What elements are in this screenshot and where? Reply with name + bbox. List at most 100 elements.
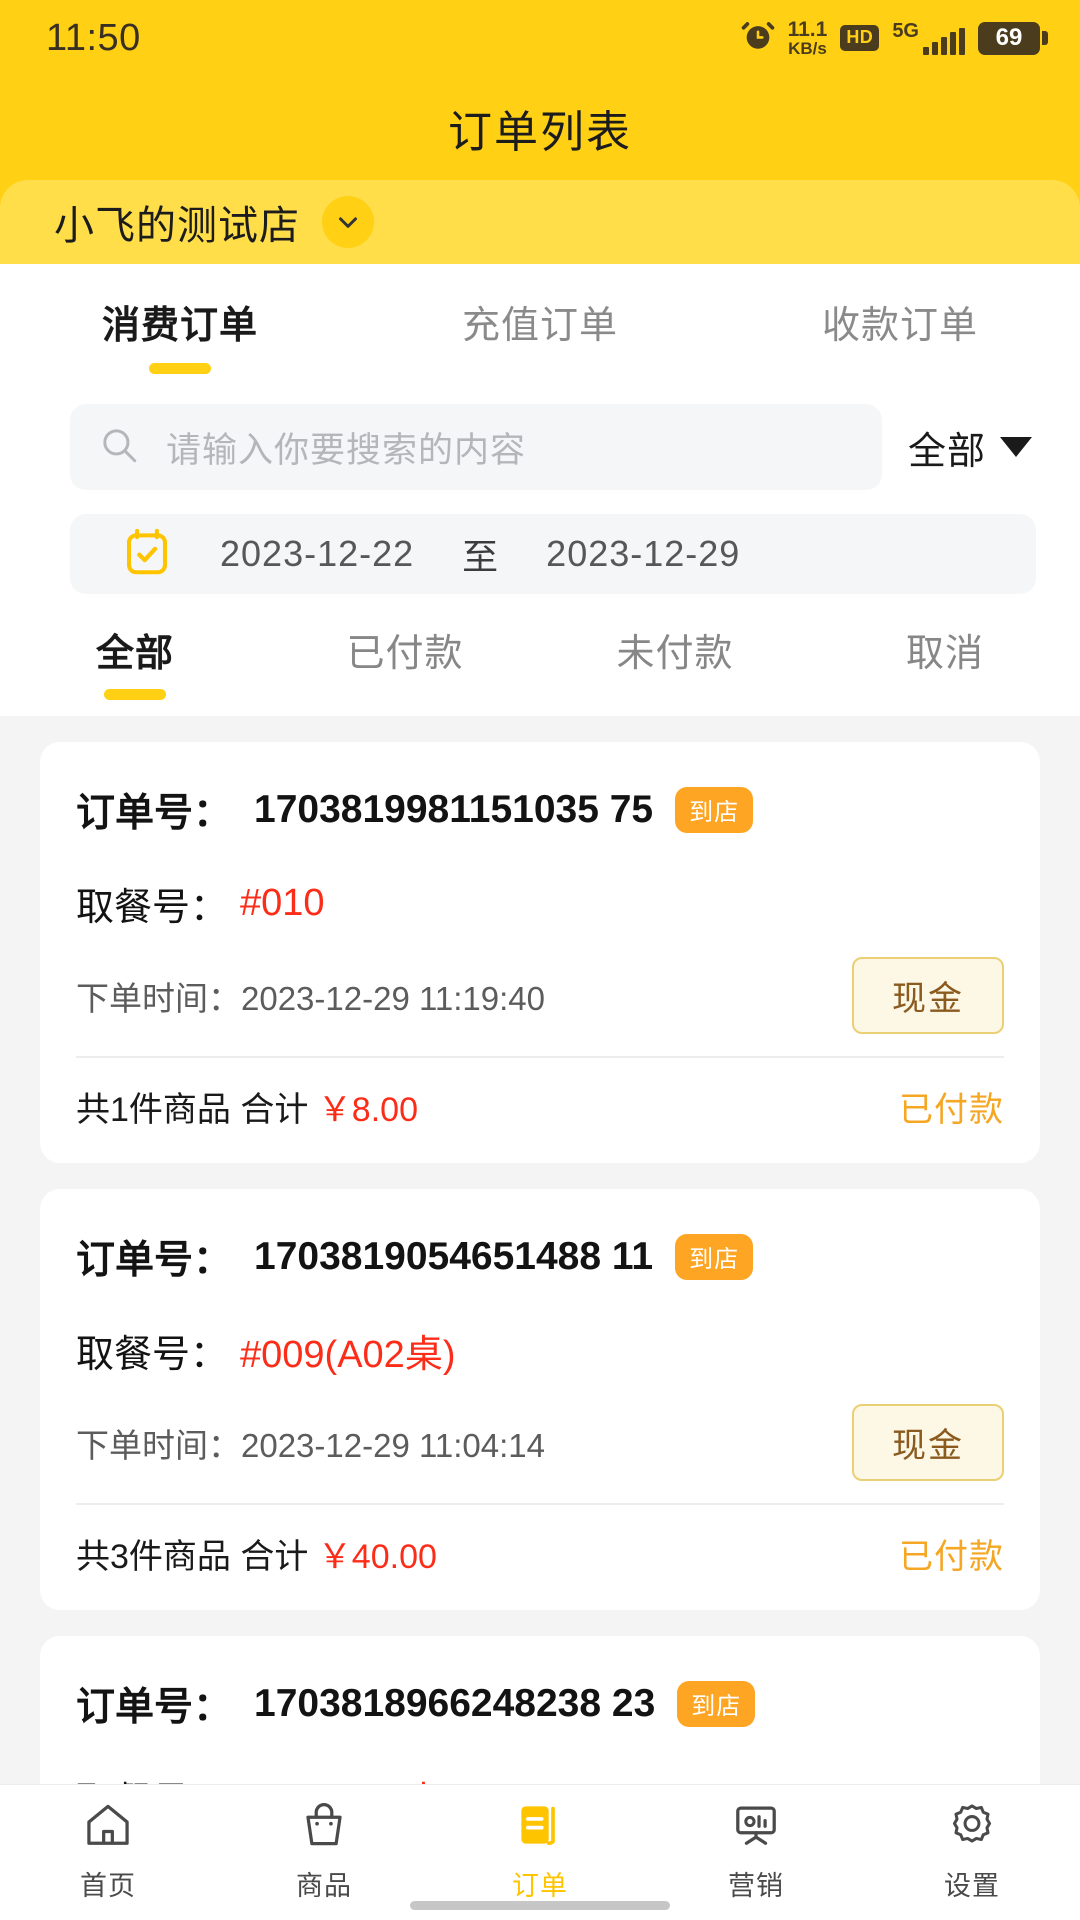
network-speed-value: 11.1 — [787, 18, 828, 41]
status-tab-paid[interactable]: 已付款 — [270, 622, 540, 700]
home-indicator — [410, 1901, 670, 1910]
card-divider — [76, 1056, 1004, 1058]
store-name-label: 小飞的测试店 — [54, 204, 300, 248]
order-number-value: 1703819054651488 11 — [254, 1235, 654, 1278]
order-summary-text: 共3件商品 合计 — [76, 1538, 318, 1576]
order-time-label: 下单时间： — [76, 1426, 241, 1464]
order-time-value: 2023-12-29 11:19:40 — [241, 979, 545, 1017]
home-icon — [82, 1799, 134, 1856]
nav-label: 订单 — [512, 1871, 568, 1901]
search-row: 请输入你要搜索的内容 全部 — [0, 382, 1080, 490]
status-tab-all[interactable]: 全部 — [0, 622, 270, 700]
status-tab-active-underline — [104, 689, 166, 700]
status-bar-indicators: 11.1 KB/s HD 5G 69 — [741, 19, 1040, 58]
nav-label: 首页 — [80, 1871, 136, 1901]
order-card[interactable]: 订单号： 1703819054651488 11 到店 取餐号： #009(A0… — [40, 1189, 1040, 1610]
tab-receipt-orders[interactable]: 收款订单 — [720, 294, 1080, 382]
time-pay-row: 下单时间：2023-12-29 11:19:40 现金 — [76, 957, 1004, 1034]
app-header: 11:50 11.1 KB/s HD 5G 69 订单列表 小飞的测试店 — [0, 0, 1080, 264]
date-range-selector[interactable]: 2023-12-22 至 2023-12-29 — [70, 514, 1036, 594]
status-tab-label: 未付款 — [616, 633, 734, 675]
payment-status: 已付款 — [899, 1091, 1004, 1129]
tab-active-underline — [149, 363, 211, 374]
nav-label: 商品 — [296, 1871, 352, 1901]
tab-recharge-orders[interactable]: 充值订单 — [360, 294, 720, 382]
order-total-amount: ￥40.00 — [317, 1538, 437, 1576]
shopping-bag-icon — [298, 1799, 350, 1856]
order-type-tabs: 消费订单 充值订单 收款订单 — [0, 264, 1080, 382]
pickup-number-label: 取餐号： — [76, 887, 229, 929]
card-divider — [76, 1503, 1004, 1505]
status-bar: 11:50 11.1 KB/s HD 5G 69 — [0, 0, 1080, 76]
status-badge: 到店 — [675, 787, 754, 833]
order-time: 下单时间：2023-12-29 11:19:40 — [76, 972, 545, 1020]
tab-label: 消费订单 — [101, 305, 258, 347]
status-tab-label: 取消 — [905, 633, 984, 675]
network-speed-indicator: 11.1 KB/s — [788, 19, 828, 57]
payment-method-button[interactable]: 现金 — [852, 957, 1004, 1034]
time-pay-row: 下单时间：2023-12-29 11:04:14 现金 — [76, 1404, 1004, 1481]
status-tab-label: 全部 — [95, 633, 174, 675]
alarm-clock-icon — [741, 19, 775, 58]
marketing-chart-icon — [730, 1799, 782, 1856]
search-placeholder: 请输入你要搜索的内容 — [166, 430, 527, 470]
caret-down-icon — [1000, 437, 1032, 457]
pickup-row: 取餐号： #009(A02桌) — [76, 1323, 1004, 1378]
nav-item-orders[interactable]: 订单 — [432, 1799, 648, 1903]
payment-method-button[interactable]: 现金 — [852, 1404, 1004, 1481]
order-card[interactable]: 订单号： 1703819981151035 75 到店 取餐号： #010 下单… — [40, 742, 1040, 1163]
order-status-tabs: 全部 已付款 未付款 取消 — [0, 594, 1080, 716]
network-speed-unit: KB/s — [788, 39, 827, 58]
summary-row: 共3件商品 合计 ￥40.00 已付款 — [76, 1529, 1004, 1578]
order-time-value: 2023-12-29 11:04:14 — [241, 1426, 545, 1464]
calendar-check-icon — [120, 525, 174, 584]
tab-label: 充值订单 — [461, 305, 618, 347]
status-badge: 到店 — [675, 1234, 754, 1280]
pickup-row: 取餐号： #010 — [76, 876, 1004, 931]
chevron-down-icon[interactable] — [322, 196, 374, 248]
pickup-number-label: 取餐号： — [76, 1334, 229, 1376]
title-bar: 订单列表 — [0, 76, 1080, 180]
battery-icon: 69 — [978, 21, 1040, 55]
order-number-label: 订单号： — [76, 1686, 233, 1729]
nav-item-settings[interactable]: 设置 — [864, 1799, 1080, 1903]
bottom-navigation: 首页 商品 订单 营销 设置 — [0, 1784, 1080, 1920]
order-header-row: 订单号： 1703819054651488 11 到店 — [76, 1229, 1004, 1285]
tab-label: 收款订单 — [821, 305, 978, 347]
order-summary: 共1件商品 合计 ￥8.00 — [76, 1082, 418, 1131]
store-selector[interactable]: 小飞的测试店 — [0, 180, 1080, 264]
order-number-label: 订单号： — [76, 1239, 233, 1282]
signal-bars-icon — [923, 28, 965, 55]
status-tab-unpaid[interactable]: 未付款 — [540, 622, 810, 700]
summary-row: 共1件商品 合计 ￥8.00 已付款 — [76, 1082, 1004, 1131]
page-title: 订单列表 — [448, 108, 632, 157]
order-summary-text: 共1件商品 合计 — [76, 1091, 318, 1129]
order-list-screen: 11:50 11.1 KB/s HD 5G 69 订单列表 小飞的测试店 消费订… — [0, 0, 1080, 1920]
status-badge: 到店 — [677, 1681, 756, 1727]
pickup-number-value: #010 — [240, 882, 325, 924]
status-tab-label: 已付款 — [346, 633, 464, 675]
nav-item-marketing[interactable]: 营销 — [648, 1799, 864, 1903]
order-total-amount: ￥8.00 — [317, 1091, 418, 1129]
pickup-number-value: #009(A02桌) — [240, 1334, 456, 1376]
signal-icon: 5G — [892, 21, 965, 55]
status-bar-clock: 11:50 — [46, 16, 141, 59]
search-input[interactable]: 请输入你要搜索的内容 — [70, 404, 882, 490]
network-type-label: 5G — [892, 20, 919, 42]
order-document-icon — [514, 1799, 566, 1856]
date-range-end: 2023-12-29 — [546, 533, 741, 574]
order-summary: 共3件商品 合计 ￥40.00 — [76, 1529, 437, 1578]
status-tab-cancelled[interactable]: 取消 — [810, 622, 1080, 700]
filter-section: 消费订单 充值订单 收款订单 请输入你要搜索的内容 全部 2023-12-22 … — [0, 264, 1080, 716]
nav-item-products[interactable]: 商品 — [216, 1799, 432, 1903]
nav-item-home[interactable]: 首页 — [0, 1799, 216, 1903]
order-time-label: 下单时间： — [76, 979, 241, 1017]
order-list[interactable]: 订单号： 1703819981151035 75 到店 取餐号： #010 下单… — [0, 716, 1080, 1920]
tab-consumption-orders[interactable]: 消费订单 — [0, 294, 360, 382]
order-number-label: 订单号： — [76, 792, 233, 835]
search-icon — [98, 424, 140, 471]
order-number-value: 1703818966248238 23 — [254, 1682, 656, 1725]
hd-icon: HD — [840, 25, 880, 51]
order-header-row: 订单号： 1703818966248238 23 到店 — [76, 1676, 1004, 1732]
order-scope-dropdown[interactable]: 全部 — [908, 420, 1036, 475]
